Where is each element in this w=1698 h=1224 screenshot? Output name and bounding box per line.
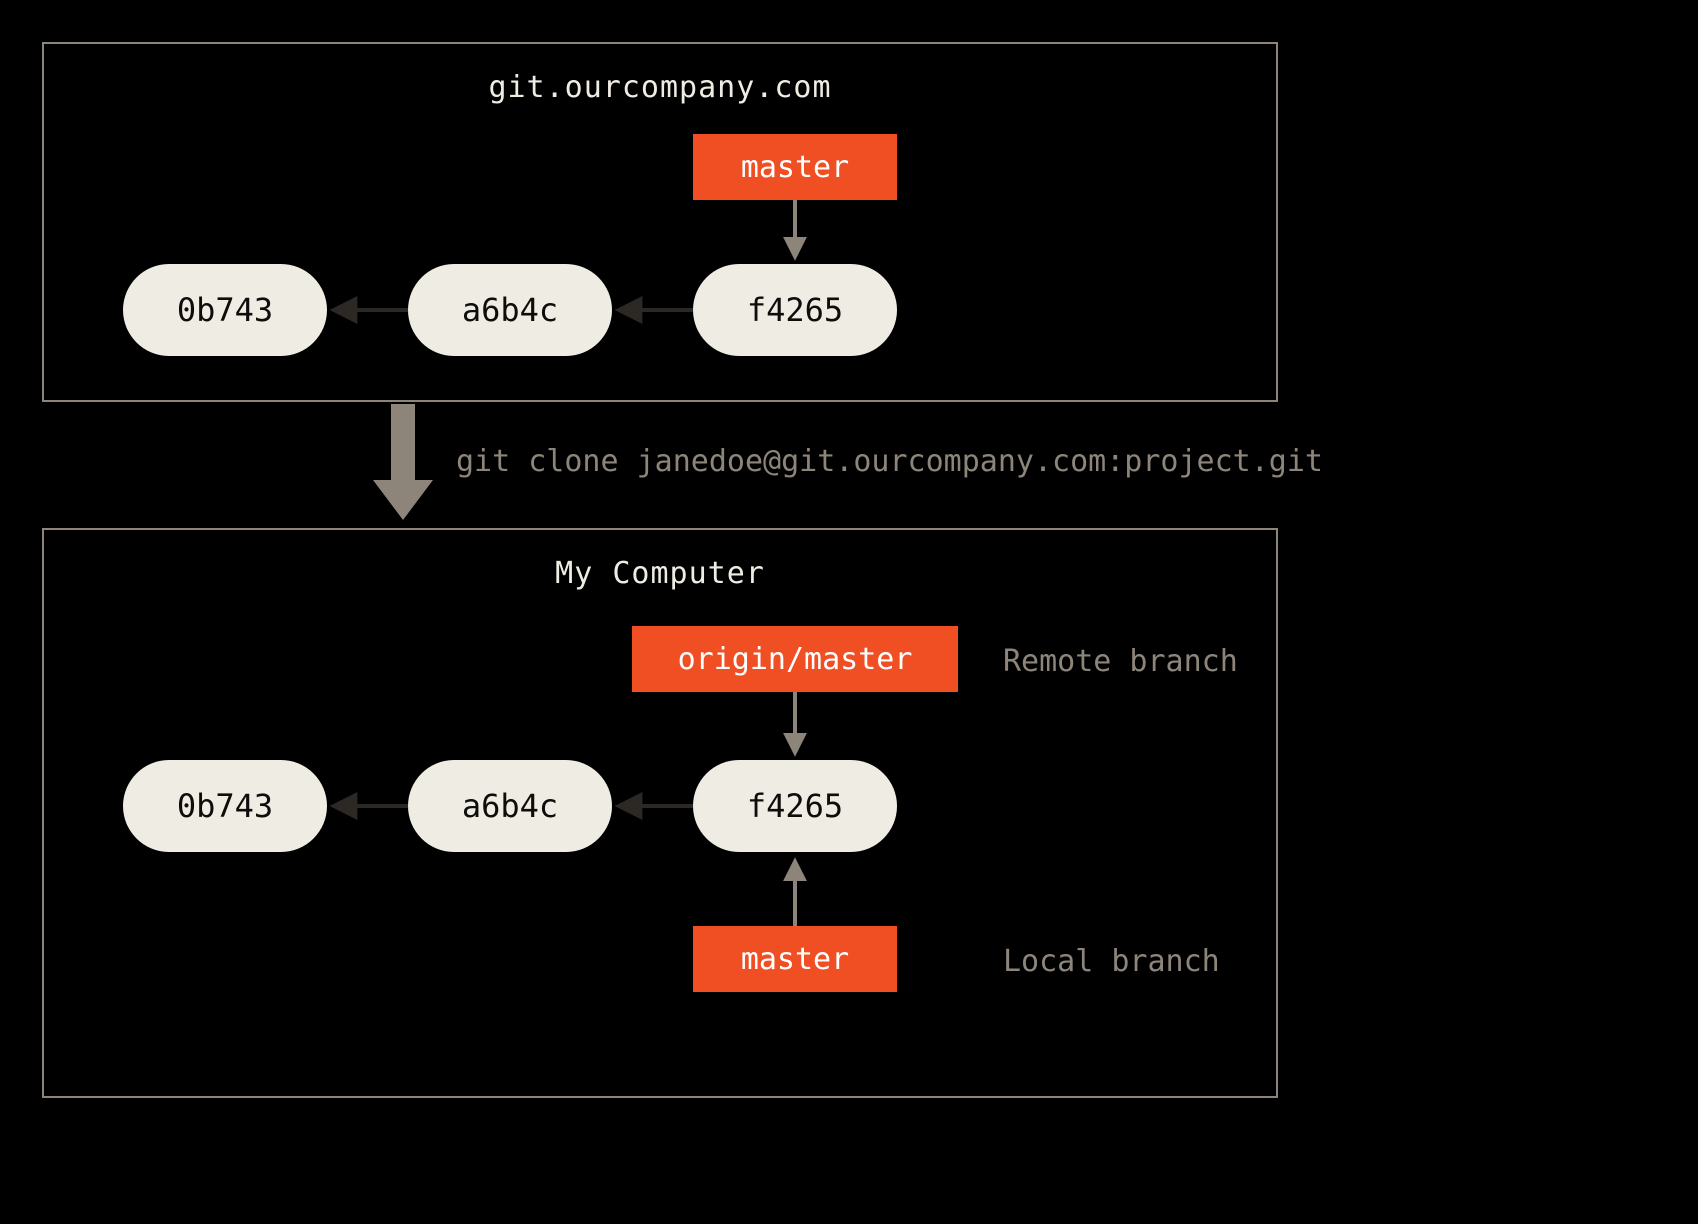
commit-node: f4265 bbox=[693, 264, 897, 356]
commit-hash: a6b4c bbox=[462, 291, 558, 329]
commit-hash: f4265 bbox=[747, 787, 843, 825]
branch-master-local: master bbox=[693, 926, 897, 992]
commit-hash: 0b743 bbox=[177, 787, 273, 825]
commit-node: a6b4c bbox=[408, 760, 612, 852]
server-title: git.ourcompany.com bbox=[44, 70, 1276, 105]
branch-label: origin/master bbox=[678, 642, 913, 677]
branch-label: master bbox=[741, 150, 849, 185]
branch-origin-master: origin/master bbox=[632, 626, 958, 692]
commit-hash: f4265 bbox=[747, 291, 843, 329]
remote-branch-label: Remote branch bbox=[1003, 644, 1238, 679]
local-branch-label: Local branch bbox=[1003, 944, 1220, 979]
branch-master-server: master bbox=[693, 134, 897, 200]
commit-node: a6b4c bbox=[408, 264, 612, 356]
local-title: My Computer bbox=[44, 556, 1276, 591]
commit-node: 0b743 bbox=[123, 264, 327, 356]
commit-node: 0b743 bbox=[123, 760, 327, 852]
commit-hash: 0b743 bbox=[177, 291, 273, 329]
branch-label: master bbox=[741, 942, 849, 977]
commit-node: f4265 bbox=[693, 760, 897, 852]
clone-command: git clone janedoe@git.ourcompany.com:pro… bbox=[456, 444, 1323, 479]
clone-arrow-icon bbox=[373, 404, 433, 520]
commit-hash: a6b4c bbox=[462, 787, 558, 825]
